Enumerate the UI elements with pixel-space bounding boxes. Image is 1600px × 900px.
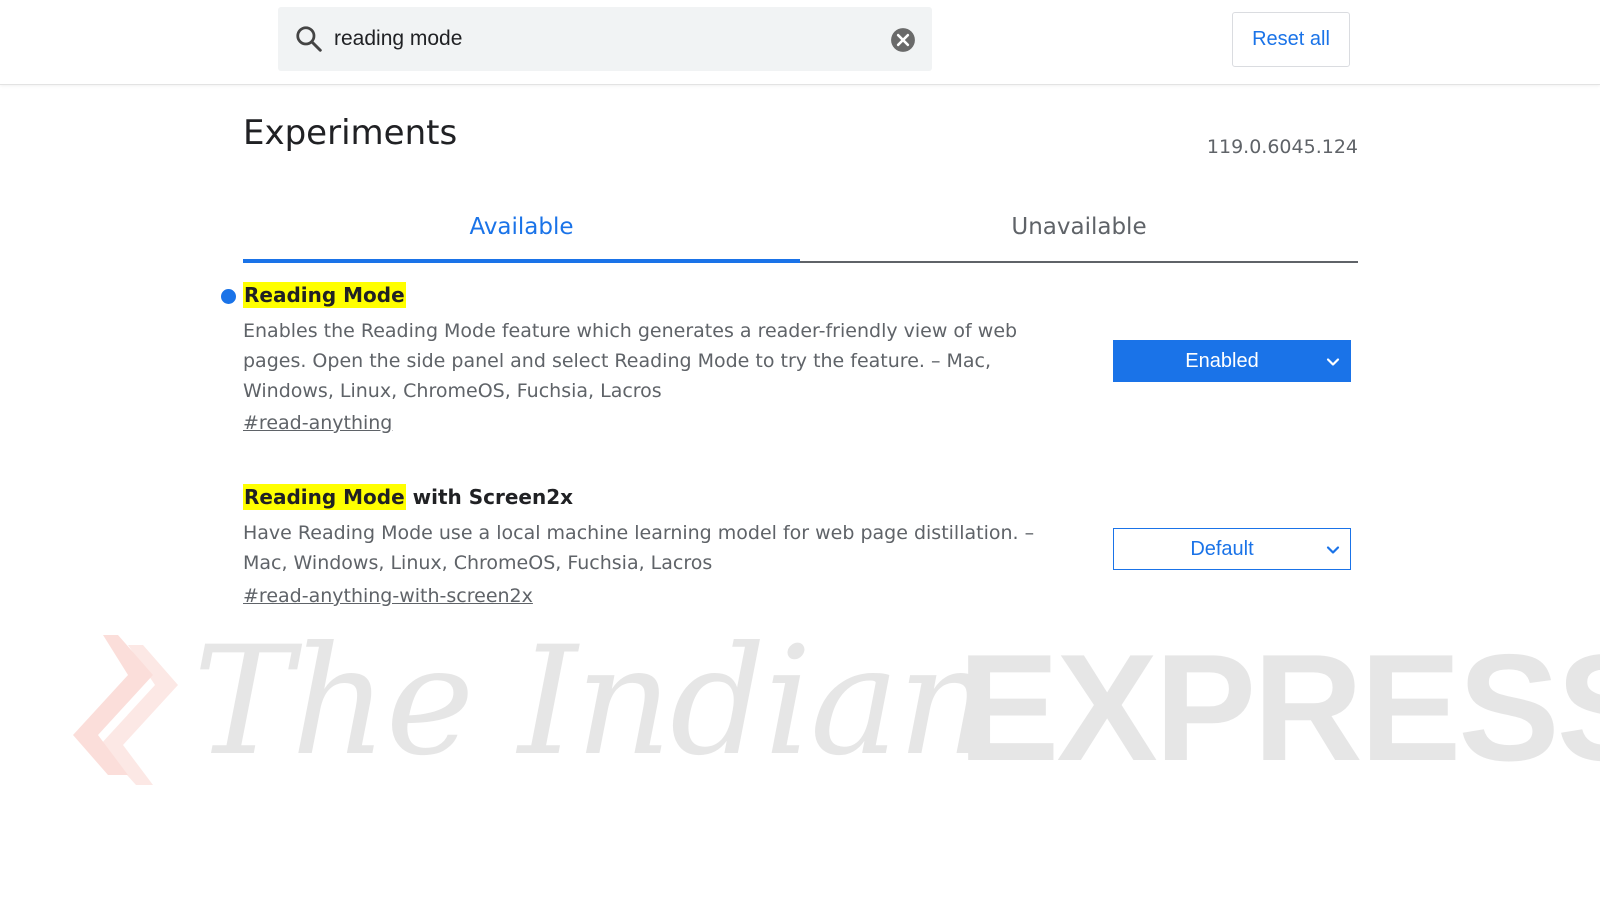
experiment-description: Enables the Reading Mode feature which g… [243, 320, 1018, 402]
experiment-description: Have Reading Mode use a local machine le… [243, 522, 1035, 574]
search-box[interactable] [278, 7, 932, 71]
experiment-permalink[interactable]: #read-anything [243, 412, 392, 434]
chevron-down-icon [1326, 358, 1340, 366]
search-icon [296, 26, 322, 52]
top-header: Reset all [0, 0, 1600, 85]
tab-unavailable[interactable]: Unavailable [800, 197, 1358, 259]
version-number: 119.0.6045.124 [1206, 136, 1358, 158]
experiment-title-rest: with Screen2x [405, 485, 574, 509]
watermark-text: The Indian [193, 615, 994, 789]
experiment-permalink[interactable]: #read-anything-with-screen2x [243, 585, 533, 607]
select-value: Enabled [1185, 350, 1259, 372]
experiment-title: Reading Mode with Screen2x [243, 482, 573, 512]
experiment-state-select[interactable]: Enabled [1113, 340, 1351, 382]
clear-icon[interactable] [890, 27, 916, 53]
brand-logo-icon [73, 635, 178, 785]
experiment-title: Reading Mode [243, 280, 406, 310]
modified-dot-icon [221, 289, 236, 304]
watermark: The Indian EXPRESS [58, 615, 1600, 793]
select-value: Default [1190, 538, 1254, 560]
tab-bar: Available Unavailable [243, 197, 1358, 263]
search-highlight: Reading Mode [243, 484, 406, 510]
reset-all-button[interactable]: Reset all [1232, 12, 1350, 67]
watermark-text: EXPRESS [958, 623, 1600, 793]
experiment-state-select[interactable]: Default [1113, 528, 1351, 570]
search-highlight: Reading Mode [243, 282, 406, 308]
page-title: Experiments [243, 113, 458, 153]
tab-available[interactable]: Available [243, 197, 800, 259]
tab-selected-indicator [243, 259, 800, 263]
chevron-down-icon [1326, 546, 1340, 554]
search-input[interactable] [334, 19, 854, 59]
